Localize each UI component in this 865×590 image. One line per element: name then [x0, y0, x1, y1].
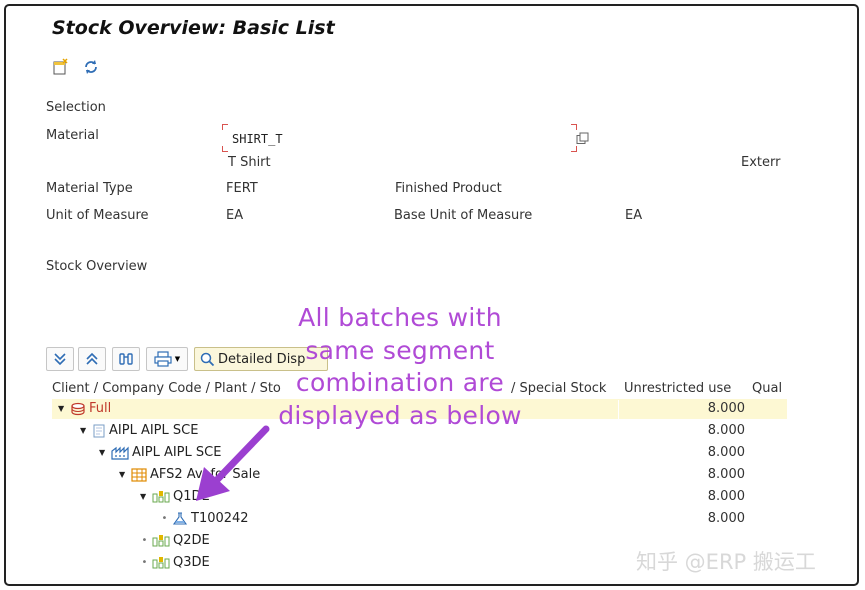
watermark: 知乎 @ERP 搬运工 — [636, 550, 816, 574]
unrestricted-qty: 8.000 — [707, 467, 745, 482]
segment-icon — [152, 534, 170, 546]
unrestricted-qty: 8.000 — [707, 401, 745, 416]
annotation-arrow-icon — [196, 425, 270, 501]
print-button[interactable]: ▼ — [146, 347, 188, 371]
segment-icon — [152, 490, 170, 502]
unrestricted-qty: 8.000 — [707, 511, 745, 526]
base-unit-value: EA — [625, 208, 643, 223]
database-icon — [71, 402, 85, 415]
expand-toggle-icon[interactable]: ▼ — [58, 404, 67, 413]
expand-toggle-icon[interactable]: ▼ — [99, 448, 108, 457]
annotation-callout: All batches with same segment combinatio… — [269, 302, 531, 432]
unit-of-measure-label: Unit of Measure — [46, 208, 149, 223]
expand-toggle-icon[interactable]: ▼ — [80, 426, 89, 435]
expand-toggle-icon[interactable]: ▼ — [119, 470, 128, 479]
tree-node-label: Q2DE — [173, 533, 210, 548]
table-row[interactable]: ▼ Q1DE 8.000 — [52, 487, 787, 507]
dropdown-arrow-icon: ▼ — [174, 355, 181, 363]
column-header-unrestricted-use[interactable]: Unrestricted use — [624, 381, 731, 396]
plant-icon — [111, 446, 129, 460]
annotation-line: All batches with — [298, 303, 502, 332]
collapsed-bullet-icon[interactable]: • — [140, 535, 149, 546]
expand-all-icon — [54, 353, 66, 366]
column-header-hierarchy[interactable]: Client / Company Code / Plant / Sto — [52, 381, 281, 396]
leaf-bullet-icon: • — [161, 513, 168, 524]
new-folder-icon[interactable] — [52, 58, 70, 76]
storage-location-icon — [131, 467, 147, 482]
material-type-value: FERT — [226, 181, 258, 196]
unit-of-measure-value: EA — [226, 208, 244, 223]
table-row[interactable]: ▼ AFS2 Avl for Sale 8.000 — [52, 465, 787, 485]
batch-icon — [172, 511, 188, 525]
find-button[interactable] — [112, 347, 140, 371]
printer-icon — [154, 351, 172, 367]
selection-heading: Selection — [46, 100, 106, 115]
tree-node-label: Q3DE — [173, 555, 210, 570]
annotation-line: displayed as below — [278, 400, 522, 430]
annotation-line: same segment — [305, 335, 495, 365]
material-type-label: Material Type — [46, 181, 133, 196]
table-row[interactable]: • T100242 8.000 — [52, 509, 787, 529]
tree-node-label: Full — [89, 401, 112, 416]
unrestricted-qty: 8.000 — [707, 489, 745, 504]
material-extra-text: Exterr — [741, 155, 781, 170]
table-row[interactable]: ▼ AIPL AIPL SCE 8.000 — [52, 443, 787, 463]
refresh-icon[interactable] — [82, 58, 100, 76]
expand-toggle-icon[interactable]: ▼ — [140, 492, 149, 501]
annotation-line: combination are — [295, 368, 505, 397]
copy-icon[interactable] — [576, 132, 589, 145]
unrestricted-qty: 8.000 — [707, 423, 745, 438]
binoculars-icon — [119, 353, 133, 365]
company-code-icon — [93, 424, 105, 437]
collapse-all-button[interactable] — [78, 347, 106, 371]
base-unit-label: Base Unit of Measure — [394, 208, 533, 223]
material-type-description: Finished Product — [395, 181, 502, 196]
collapse-all-icon — [86, 352, 98, 365]
unrestricted-qty: 8.000 — [707, 445, 745, 460]
page-title: Stock Overview: Basic List — [52, 17, 335, 39]
segment-icon — [152, 556, 170, 568]
expand-all-button[interactable] — [46, 347, 74, 371]
material-value: SHIRT_T — [232, 132, 283, 146]
collapsed-bullet-icon[interactable]: • — [140, 557, 149, 568]
magnifier-icon — [200, 352, 215, 367]
tree-node-label: T100242 — [191, 511, 249, 526]
stock-overview-heading: Stock Overview — [46, 259, 148, 274]
column-header-quality[interactable]: Qual — [752, 381, 782, 396]
material-label: Material — [46, 128, 99, 143]
window-frame: Stock Overview: Basic List Selection Mat… — [4, 4, 859, 586]
column-separator — [618, 400, 619, 422]
material-description: T Shirt — [228, 155, 271, 170]
